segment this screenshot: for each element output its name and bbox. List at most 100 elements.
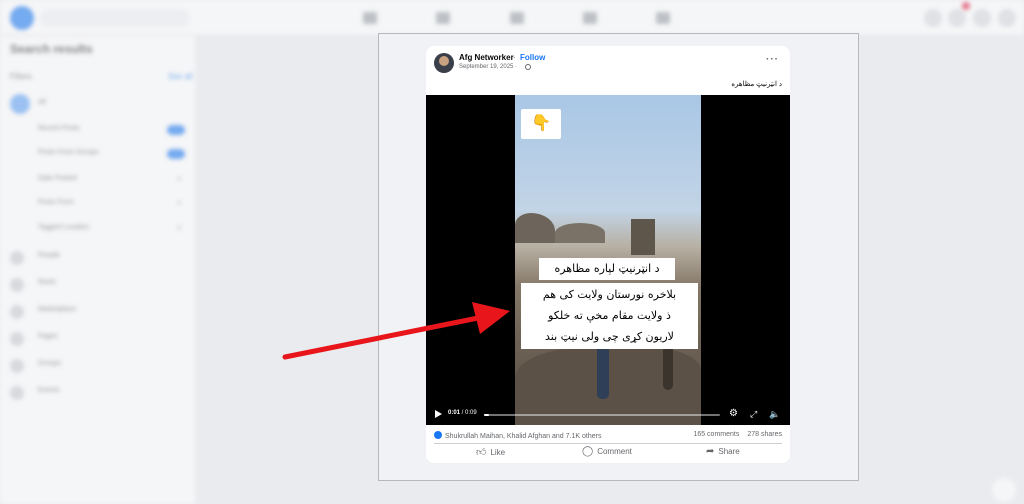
gaming-icon[interactable] xyxy=(656,12,670,24)
sidebar-item-group-posts[interactable]: Posts From Groups xyxy=(10,146,185,162)
like-reaction-icon xyxy=(434,431,442,439)
hill-left xyxy=(515,213,555,243)
messenger-icon[interactable] xyxy=(948,9,966,27)
video-time: 0:01 / 0:09 xyxy=(448,410,477,416)
pointing-down-emoji: 👇 xyxy=(521,109,561,139)
sidebar-item-reels[interactable]: Reels xyxy=(10,276,185,292)
facebook-logo-icon[interactable] xyxy=(10,6,34,30)
sidebar-item-pages[interactable]: Pages xyxy=(10,330,185,346)
comments-count[interactable]: 165 comments xyxy=(693,431,739,438)
sidebar-item-label: Events xyxy=(38,387,60,394)
sidebar-item-label: Tagged Location xyxy=(38,224,90,231)
profile-avatar[interactable] xyxy=(998,9,1016,27)
time-current: 0:01 xyxy=(448,410,461,416)
sidebar-item-label: All xyxy=(38,99,46,106)
subtitle-line: لاریون کړی چی ولی نیټ بند xyxy=(545,330,674,343)
see-all-link[interactable]: See all xyxy=(168,72,192,81)
home-icon[interactable] xyxy=(363,12,377,24)
sidebar-item-label: Groups xyxy=(38,360,61,367)
sidebar-item-all[interactable]: All xyxy=(10,94,185,114)
groups-icon[interactable] xyxy=(583,12,597,24)
sidebar-item-label: Recent Posts xyxy=(38,125,80,132)
volume-icon[interactable]: 🔈 xyxy=(769,408,780,420)
events-icon xyxy=(10,386,24,400)
more-options-icon[interactable]: ··· xyxy=(766,54,779,65)
people-icon xyxy=(10,251,24,265)
groups-icon xyxy=(10,359,24,373)
sidebar-item-label: Posts From Groups xyxy=(38,149,99,156)
hill-mid xyxy=(555,223,605,243)
comment-icon: ◯ xyxy=(582,446,594,457)
video-player[interactable]: 👇 د انټرنیټ لپاره مظاهره بلاخره نورستان … xyxy=(426,95,790,425)
comment-button[interactable]: ◯ Comment xyxy=(582,446,632,457)
play-icon[interactable] xyxy=(435,410,442,418)
subtitle-line: ذ ولایت مقام مخې ته خلکو xyxy=(548,309,671,322)
comment-label: Comment xyxy=(597,447,632,456)
chevron-down-icon: ▾ xyxy=(177,176,181,183)
sidebar-item-marketplace[interactable]: Marketplace xyxy=(10,303,185,319)
follow-button[interactable]: Follow xyxy=(520,53,545,62)
video-progress-fill xyxy=(484,414,489,416)
reels-icon xyxy=(10,278,24,292)
like-button[interactable]: 👍︎ Like xyxy=(476,446,505,458)
group-posts-toggle[interactable] xyxy=(167,149,185,159)
sidebar-title: Search results xyxy=(10,42,93,56)
subtitle-line: بلاخره نورستان ولایت کی هم xyxy=(542,288,677,301)
sidebar-item-recent-posts[interactable]: Recent Posts xyxy=(10,122,185,138)
settings-gear-icon[interactable]: ⚙ xyxy=(729,408,738,420)
sidebar-item-events[interactable]: Events xyxy=(10,384,185,400)
sidebar-item-tagged-location[interactable]: Tagged Location ▾ xyxy=(10,221,185,237)
sidebar-item-label: People xyxy=(38,252,60,259)
sidebar-item-date-posted[interactable]: Date Posted ▾ xyxy=(10,172,185,188)
separator-dot: · xyxy=(513,53,516,62)
all-icon xyxy=(10,94,30,114)
person-figure xyxy=(663,345,673,390)
like-label: Like xyxy=(490,447,506,457)
video-progress-bar[interactable] xyxy=(484,414,720,416)
sidebar-item-label: Posts From xyxy=(38,199,74,206)
sidebar-item-label: Reels xyxy=(38,279,56,286)
filters-label: Filters xyxy=(10,72,32,81)
author-name[interactable]: Afg Networker xyxy=(459,53,514,62)
globe-icon xyxy=(525,64,531,70)
post-date[interactable]: September 19, 2025 · xyxy=(459,64,517,70)
sidebar-item-label: Date Posted xyxy=(38,175,77,182)
marketplace-icon xyxy=(10,305,24,319)
chevron-down-icon: ▾ xyxy=(177,225,181,232)
tower-ruin xyxy=(631,219,655,255)
notification-badge xyxy=(962,2,970,10)
video-subtitle-body: بلاخره نورستان ولایت کی هم ذ ولایت مقام … xyxy=(521,283,698,349)
recent-posts-toggle[interactable] xyxy=(167,125,185,135)
scroll-button[interactable] xyxy=(992,478,1016,502)
search-sidebar: Search results Filters See all All Recen… xyxy=(0,36,195,504)
menu-icon[interactable] xyxy=(924,9,942,27)
thumbs-up-icon: 👍︎ xyxy=(476,447,487,458)
fullscreen-icon[interactable]: ⤢ xyxy=(750,408,757,420)
share-icon: ➦ xyxy=(706,446,715,457)
share-button[interactable]: ➦ Share xyxy=(706,446,740,457)
chevron-down-icon: ▾ xyxy=(177,200,181,207)
reactions-text: Shukrullah Maihan, Khalid Afghan and 7.1… xyxy=(445,433,602,440)
sidebar-item-label: Pages xyxy=(38,333,58,340)
divider xyxy=(434,443,782,444)
search-input[interactable] xyxy=(40,9,190,27)
shares-count[interactable]: 278 shares xyxy=(747,431,782,438)
marketplace-icon[interactable] xyxy=(510,12,524,24)
video-controls: 0:01 / 0:09 ⚙ ⤢ 🔈 xyxy=(426,405,790,425)
reactions-summary[interactable]: Shukrullah Maihan, Khalid Afghan and 7.1… xyxy=(434,431,601,440)
video-subtitle-title: د انټرنیټ لپاره مظاهره xyxy=(539,258,675,280)
engagement-counts: 165 comments 278 shares xyxy=(685,431,782,438)
time-total: 0:09 xyxy=(465,410,477,416)
video-icon[interactable] xyxy=(436,12,450,24)
post-caption: د انټرنیټ مظاهره xyxy=(731,81,782,88)
sidebar-item-people[interactable]: People xyxy=(10,249,185,265)
notifications-icon[interactable] xyxy=(973,9,991,27)
sidebar-item-groups[interactable]: Groups xyxy=(10,357,185,373)
post-card: Afg Networker · Follow September 19, 202… xyxy=(426,46,790,463)
pages-icon xyxy=(10,332,24,346)
sidebar-item-posts-from[interactable]: Posts From ▾ xyxy=(10,196,185,212)
top-bar xyxy=(0,0,1024,36)
author-avatar[interactable] xyxy=(434,53,454,73)
sidebar-item-label: Marketplace xyxy=(38,306,77,313)
share-label: Share xyxy=(718,447,740,456)
